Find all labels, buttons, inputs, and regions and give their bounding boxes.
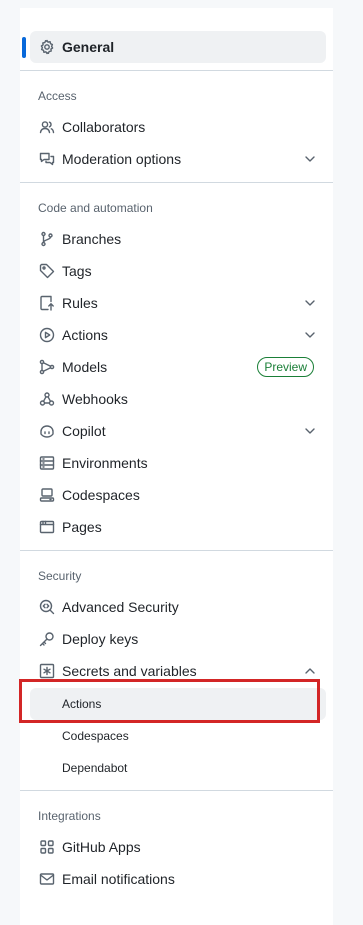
chevron-down-icon[interactable]: [302, 151, 318, 167]
sub-item-dependabot[interactable]: Dependabot: [30, 752, 326, 784]
chevron-down-icon[interactable]: [302, 423, 318, 439]
sidebar-item-deploy-keys[interactable]: Deploy keys: [30, 623, 326, 655]
webhook-icon: [38, 390, 56, 408]
section-title-access: Access: [38, 89, 77, 103]
mail-icon: [38, 870, 56, 888]
tag-icon: [38, 262, 56, 280]
sidebar-item-copilot[interactable]: Copilot: [30, 415, 326, 447]
sidebar-item-label: Email notifications: [62, 871, 175, 887]
preview-badge: Preview: [257, 357, 314, 377]
server-icon: [38, 454, 56, 472]
sidebar-item-pages[interactable]: Pages: [30, 511, 326, 543]
codescan-icon: [38, 598, 56, 616]
sidebar-item-webhooks[interactable]: Webhooks: [30, 383, 326, 415]
section-title-integrations: Integrations: [38, 809, 101, 823]
browser-icon: [38, 518, 56, 536]
chevron-down-icon[interactable]: [302, 295, 318, 311]
sidebar-item-actions[interactable]: Actions: [30, 319, 326, 351]
sidebar-item-label: Rules: [62, 295, 98, 311]
gear-icon: [38, 38, 56, 56]
sidebar-item-label: Tags: [62, 263, 92, 279]
sidebar-item-collaborators[interactable]: Collaborators: [30, 111, 326, 143]
sidebar-item-advanced-security[interactable]: Advanced Security: [30, 591, 326, 623]
sidebar-item-label: Webhooks: [62, 391, 128, 407]
sidebar-item-label: Pages: [62, 519, 102, 535]
sidebar-item-label: GitHub Apps: [62, 839, 141, 855]
annotation-highlight-box: [19, 679, 320, 723]
asterisk-icon: [38, 662, 56, 680]
sidebar-item-rules[interactable]: Rules: [30, 287, 326, 319]
sidebar-item-label: Collaborators: [62, 119, 146, 135]
sidebar-item-label: Copilot: [62, 423, 106, 439]
apps-icon: [38, 838, 56, 856]
sub-item-label: Codespaces: [62, 729, 129, 743]
divider: [20, 790, 333, 791]
sidebar-item-label: Codespaces: [62, 487, 140, 503]
play-icon: [38, 326, 56, 344]
section-title-security: Security: [38, 569, 82, 583]
settings-sidebar: General Access Collaborators Moderation …: [20, 8, 333, 925]
sidebar-item-label: Deploy keys: [62, 631, 139, 647]
people-icon: [38, 118, 56, 136]
chevron-up-icon[interactable]: [302, 663, 318, 679]
sidebar-item-github-apps[interactable]: GitHub Apps: [30, 831, 326, 863]
sub-item-codespaces[interactable]: Codespaces: [30, 720, 326, 752]
sidebar-item-environments[interactable]: Environments: [30, 447, 326, 479]
sidebar-item-general[interactable]: General: [30, 31, 326, 63]
sidebar-item-label: Branches: [62, 231, 122, 247]
divider: [20, 70, 333, 71]
sidebar-item-codespaces[interactable]: Codespaces: [30, 479, 326, 511]
section-title-code-and-automation: Code and automation: [38, 201, 153, 215]
sidebar-item-models[interactable]: Models Preview: [30, 351, 326, 383]
git-branch-icon: [38, 230, 56, 248]
sidebar-item-label: General: [62, 39, 115, 55]
sidebar-item-email-notifications[interactable]: Email notifications: [30, 863, 326, 895]
sidebar-item-label: Environments: [62, 455, 148, 471]
sidebar-item-branches[interactable]: Branches: [30, 223, 326, 255]
active-indicator: [22, 37, 26, 58]
sidebar-item-tags[interactable]: Tags: [30, 255, 326, 287]
codespaces-icon: [38, 486, 56, 504]
copilot-icon: [38, 422, 56, 440]
divider: [20, 182, 333, 183]
sidebar-item-label: Moderation options: [62, 151, 182, 167]
ai-model-icon: [38, 358, 56, 376]
sidebar-item-label: Advanced Security: [62, 599, 179, 615]
sidebar-item-label: Models: [62, 359, 108, 375]
key-icon: [38, 630, 56, 648]
comment-discussion-icon: [38, 150, 56, 168]
divider: [20, 550, 333, 551]
sidebar-item-label: Actions: [62, 327, 108, 343]
chevron-down-icon[interactable]: [302, 327, 318, 343]
repo-push-icon: [38, 294, 56, 312]
sub-item-label: Dependabot: [62, 761, 128, 775]
sidebar-item-moderation-options[interactable]: Moderation options: [30, 143, 326, 175]
sidebar-item-label: Secrets and variables: [62, 663, 197, 679]
